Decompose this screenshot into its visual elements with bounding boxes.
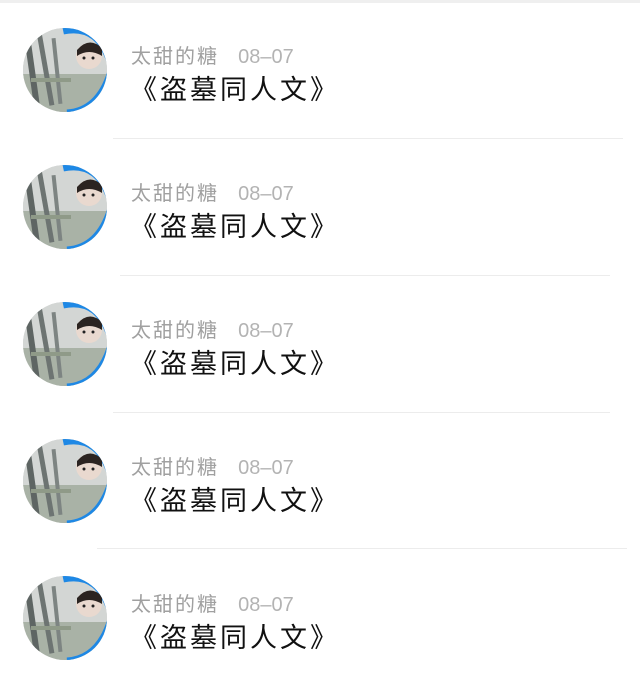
list-item[interactable]: 太甜的糖 08–07 《盗墓同人文》 <box>0 0 640 137</box>
item-meta: 太甜的糖 08–07 <box>131 588 294 616</box>
post-date: 08–07 <box>238 457 294 479</box>
list-item[interactable]: 太甜的糖 08–07 《盗墓同人文》 <box>0 274 640 411</box>
avatar-photo <box>23 302 107 386</box>
avatar-photo <box>23 576 107 660</box>
item-meta: 太甜的糖 08–07 <box>131 40 294 68</box>
comment-text[interactable]: 《盗墓同人文》 <box>130 68 340 107</box>
list-item[interactable]: 太甜的糖 08–07 《盗墓同人文》 <box>0 137 640 274</box>
username[interactable]: 太甜的糖 <box>131 455 219 479</box>
post-date: 08–07 <box>238 594 294 616</box>
avatar[interactable] <box>23 439 107 523</box>
username[interactable]: 太甜的糖 <box>131 318 219 342</box>
avatar[interactable] <box>23 576 107 660</box>
avatar[interactable] <box>23 165 107 249</box>
post-date: 08–07 <box>238 320 294 342</box>
list-item[interactable]: 太甜的糖 08–07 《盗墓同人文》 <box>0 548 640 685</box>
comment-text[interactable]: 《盗墓同人文》 <box>130 342 340 381</box>
list-item[interactable]: 太甜的糖 08–07 《盗墓同人文》 <box>0 411 640 548</box>
comment-text[interactable]: 《盗墓同人文》 <box>130 616 340 655</box>
avatar-photo <box>23 165 107 249</box>
username[interactable]: 太甜的糖 <box>131 181 219 205</box>
comment-text[interactable]: 《盗墓同人文》 <box>130 205 340 244</box>
avatar[interactable] <box>23 28 107 112</box>
comment-text[interactable]: 《盗墓同人文》 <box>130 479 340 518</box>
post-date: 08–07 <box>238 183 294 205</box>
avatar[interactable] <box>23 302 107 386</box>
username[interactable]: 太甜的糖 <box>131 44 219 68</box>
item-meta: 太甜的糖 08–07 <box>131 177 294 205</box>
avatar-photo <box>23 439 107 523</box>
username[interactable]: 太甜的糖 <box>131 592 219 616</box>
avatar-photo <box>23 28 107 112</box>
comment-feed: 太甜的糖 08–07 《盗墓同人文》 太甜的糖 08–07 《盗墓同人文》 太甜… <box>0 0 640 675</box>
item-meta: 太甜的糖 08–07 <box>131 314 294 342</box>
post-date: 08–07 <box>238 46 294 68</box>
item-meta: 太甜的糖 08–07 <box>131 451 294 479</box>
